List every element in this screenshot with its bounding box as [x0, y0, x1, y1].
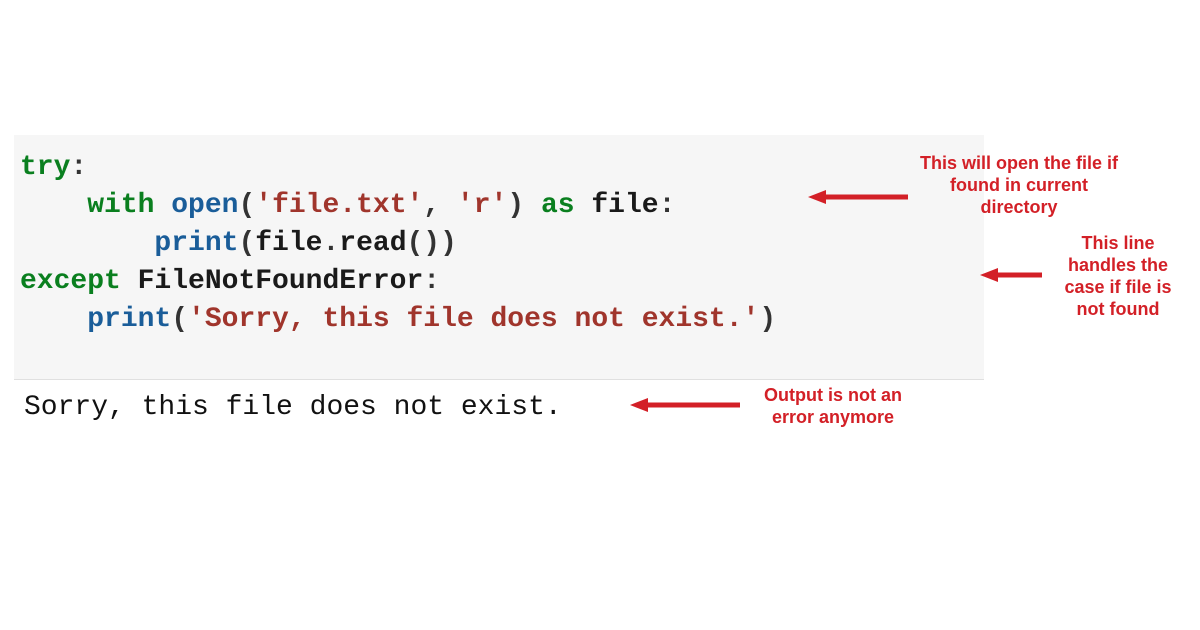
comma: , — [423, 190, 457, 221]
arrow-icon — [630, 398, 740, 400]
colon: : — [423, 266, 440, 297]
paren-close: ) — [507, 190, 541, 221]
annotation-output: Output is not an error anymore — [748, 384, 918, 428]
paren-open: ( — [238, 228, 255, 259]
colon: : — [659, 190, 676, 221]
function-print: print — [154, 228, 238, 259]
function-open: open — [154, 190, 238, 221]
annotation-open-file: This will open the file if found in curr… — [914, 152, 1124, 218]
string-message: 'Sorry, this file does not exist.' — [188, 304, 759, 335]
code-line-5: print('Sorry, this file does not exist.'… — [20, 301, 984, 339]
paren-close: ()) — [407, 228, 457, 259]
string-mode: 'r' — [457, 190, 507, 221]
code-block: try: with open('file.txt', 'r') as file:… — [14, 135, 984, 380]
paren-close: ) — [759, 304, 776, 335]
identifier-file: file — [255, 228, 322, 259]
arrow-icon — [808, 190, 908, 192]
annotation-except: This line handles the case if file is no… — [1048, 232, 1188, 320]
identifier-read: read — [339, 228, 406, 259]
output-text: Sorry, this file does not exist. — [24, 392, 562, 423]
keyword-with: with — [87, 190, 154, 221]
keyword-except: except — [20, 266, 121, 297]
string-filename: 'file.txt' — [255, 190, 423, 221]
identifier-exception: FileNotFoundError — [121, 266, 423, 297]
arrow-icon — [980, 268, 1042, 270]
keyword-try: try — [20, 152, 70, 183]
keyword-as: as — [541, 190, 575, 221]
paren-open: ( — [171, 304, 188, 335]
function-print: print — [87, 304, 171, 335]
code-line-3: print(file.read()) — [20, 225, 984, 263]
indent — [20, 304, 87, 335]
dot: . — [322, 228, 339, 259]
paren-open: ( — [238, 190, 255, 221]
indent — [20, 228, 154, 259]
colon: : — [70, 152, 87, 183]
indent — [20, 190, 87, 221]
code-line-1: try: — [20, 149, 984, 187]
code-line-4: except FileNotFoundError: — [20, 263, 984, 301]
identifier-file: file — [575, 190, 659, 221]
